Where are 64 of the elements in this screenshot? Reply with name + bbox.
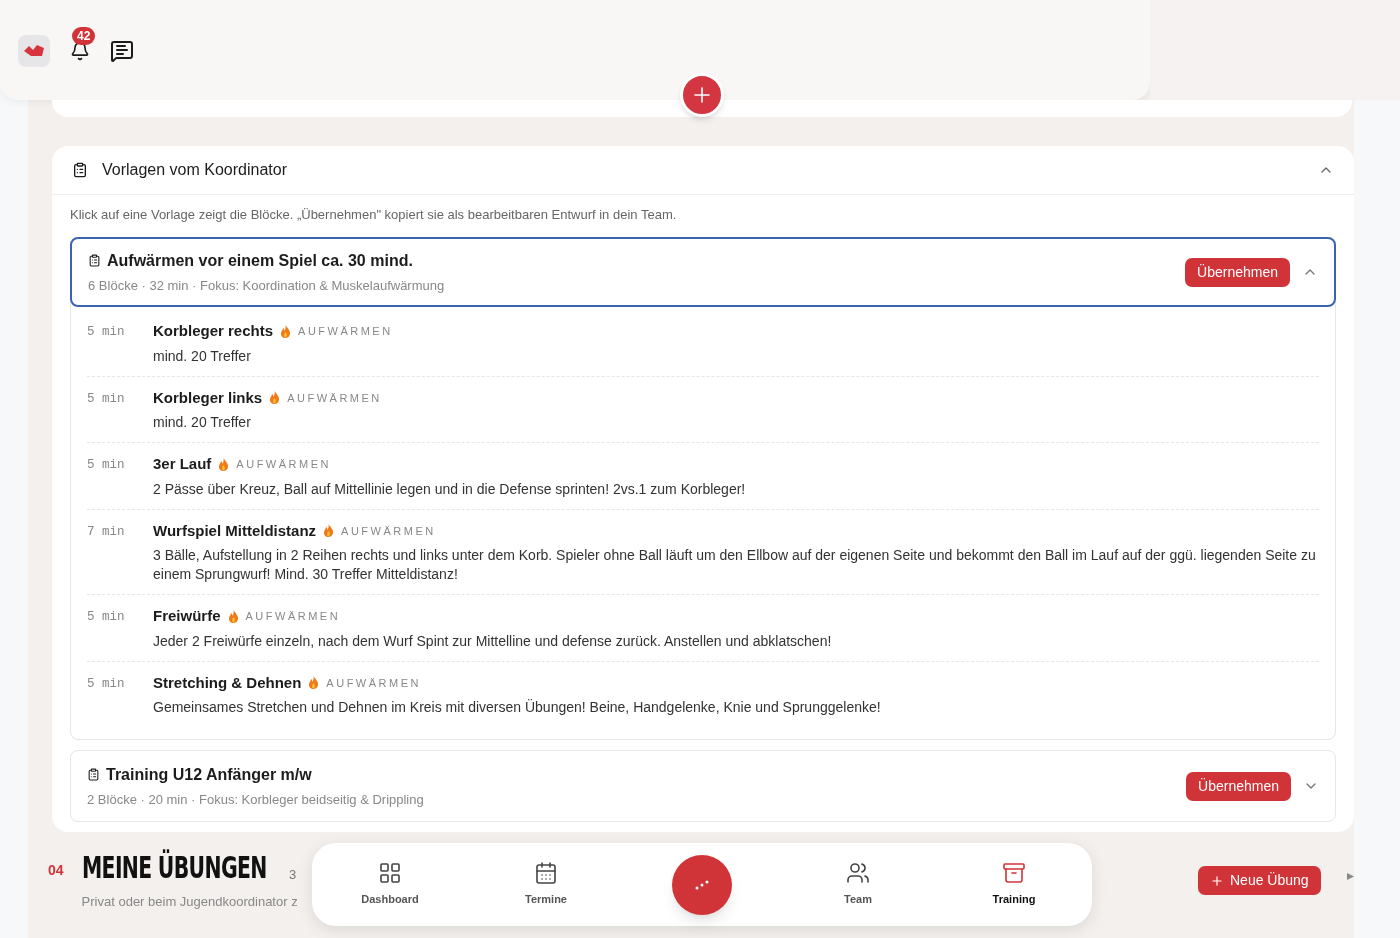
- block-duration: 5 min: [87, 675, 126, 693]
- block-duration: 7 min: [87, 523, 126, 541]
- block-title: 3er Lauf: [153, 454, 212, 474]
- notification-badge: 42: [72, 27, 96, 45]
- calendar-icon: [534, 861, 558, 886]
- block-description: Jeder 2 Freiwürfe einzeln, nach dem Wurf Spint zur Mittelline und defense zurück. Anstellen und abklatschen!: [153, 631, 832, 651]
- category-label: AUFWÄRMEN: [326, 675, 421, 691]
- section-description: Klick auf eine Vorlage zeigt die Blöcke. „Übernehmen" kopiert sie als bearbeitbaren Entwurf in dein Team.: [70, 205, 678, 224]
- nav-tab[interactable]: Team: [780, 861, 936, 908]
- message-icon[interactable]: [110, 39, 134, 63]
- block-duration: 5 min: [87, 390, 126, 408]
- category-label: AUFWÄRMEN: [245, 609, 341, 624]
- template-header[interactable]: Aufwärmen vor einem Spiel ca. 30 mind. 6 Blöcke · 32 min · Fokus: Koordination & Muskelaufwärmung Übernehmen: [70, 237, 1336, 307]
- block-title: Stretching & Dehnen: [153, 672, 302, 693]
- flame-icon: [218, 457, 230, 471]
- flame-icon: [280, 324, 292, 338]
- block-description: 2 Pässe über Kreuz, Ball auf Mittellinie legen und in die Defense sprinten! 2vs.1 zum Korbleger!: [153, 479, 746, 499]
- category-label: AUFWÄRMEN: [341, 523, 436, 539]
- exercises-title: MEINE ÜBUNGEN: [81, 848, 267, 887]
- clipboard-icon: [87, 768, 100, 782]
- block-duration: 5 min: [87, 457, 126, 474]
- nav-tab[interactable]: Termine: [468, 861, 624, 908]
- adopt-button[interactable]: Übernehmen: [1185, 257, 1290, 287]
- block-title: Korbleger rechts: [153, 321, 274, 341]
- category-label: AUFWÄRMEN: [298, 324, 393, 339]
- flame-icon: [323, 524, 335, 538]
- block-title: Korbleger links: [153, 387, 263, 408]
- block-title: Freiwürfe: [153, 606, 221, 626]
- app-logo[interactable]: [18, 35, 50, 67]
- box-icon: [1002, 861, 1026, 886]
- block-duration: 5 min: [87, 324, 126, 341]
- nav-tab[interactable]: Training: [936, 861, 1092, 908]
- block-description: mind. 20 Treffer: [153, 346, 252, 366]
- people-icon: [846, 861, 870, 886]
- new-exercise-button[interactable]: Neue Übung: [1198, 866, 1321, 895]
- flame-icon: [269, 391, 281, 405]
- template-header[interactable]: Training U12 Anfänger m/w 2 Blöcke · 20 min · Fokus: Korbleger beidseitig & Drippling Übernehmen: [71, 751, 1335, 821]
- play-icon[interactable]: [1347, 873, 1354, 880]
- template-title: Training U12 Anfänger m/w: [106, 764, 312, 785]
- dashboard-icon: [378, 861, 402, 886]
- block-description: Gemeinsames Stretchen und Dehnen im Kreis mit diversen Übungen! Beine, Handgelenke, Knie und Sprunggelenke!: [153, 698, 881, 717]
- clipboard-icon: [72, 161, 88, 178]
- flame-icon: [227, 609, 239, 623]
- category-label: AUFWÄRMEN: [236, 457, 331, 472]
- template-meta: 2 Blöcke · 20 min · Fokus: Korbleger beidseitig & Drippling: [87, 790, 424, 809]
- clipboard-icon: [88, 254, 101, 268]
- block-title: Wurfspiel Mitteldistanz: [153, 520, 317, 541]
- exercises-subtitle: Privat oder beim Jugendkoordinator z: [81, 893, 298, 911]
- bell-icon[interactable]: [70, 41, 90, 61]
- section-title: Vorlagen vom Koordinator: [102, 159, 287, 180]
- flame-icon: [308, 676, 320, 690]
- exercises-count: 3: [289, 865, 297, 884]
- adopt-button[interactable]: Übernehmen: [1186, 771, 1291, 801]
- block-description: mind. 20 Treffer: [153, 413, 252, 432]
- nav-tab[interactable]: Dashboard: [312, 861, 468, 908]
- block-duration: 5 min: [87, 609, 126, 626]
- template-title: Aufwärmen vor einem Spiel ca. 30 mind.: [107, 250, 413, 271]
- dots-icon: [695, 879, 709, 890]
- section-number: 04: [48, 861, 64, 880]
- block-description: 3 Bälle, Aufstellung in 2 Reihen rechts und links unter dem Korb. Spieler ohne Ball läuft um den Ellbow auf der eigenen Seite und bekommt den Ball im Lauf auf der ggü. liegenden Seite zu einem Sprungwurf! Mind. 30 Treffer Mitteldistanz!: [153, 546, 1317, 584]
- fab-button[interactable]: [672, 854, 732, 915]
- category-label: AUFWÄRMEN: [287, 390, 382, 406]
- plus-icon: [1210, 873, 1224, 888]
- template-meta: 6 Blöcke · 32 min · Fokus: Koordination & Muskelaufwärmung: [88, 276, 445, 295]
